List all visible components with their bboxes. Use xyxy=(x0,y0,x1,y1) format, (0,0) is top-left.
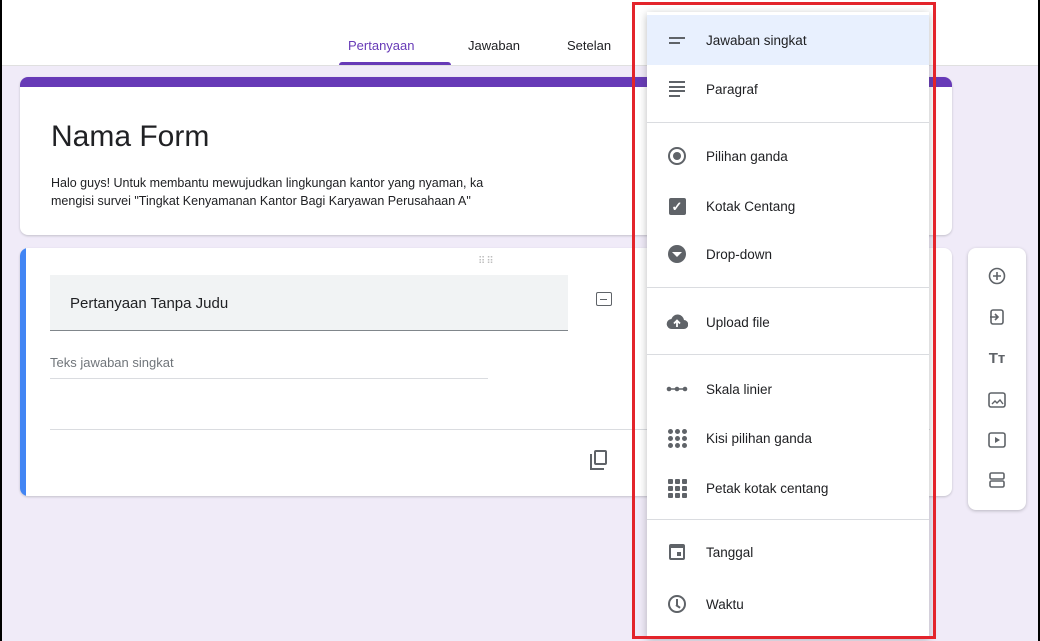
menu-item-label: Waktu xyxy=(706,596,744,612)
add-image-icon[interactable] xyxy=(596,292,612,306)
menu-item-multiple-choice[interactable]: Pilihan ganda xyxy=(647,131,929,181)
menu-item-label: Skala linier xyxy=(706,381,773,397)
menu-item-label: Upload file xyxy=(706,314,770,330)
add-section-icon[interactable] xyxy=(983,466,1011,494)
import-questions-icon[interactable] xyxy=(983,303,1011,331)
checkbox-grid-icon xyxy=(666,477,688,499)
menu-item-file-upload[interactable]: Upload file xyxy=(647,297,929,347)
radio-icon xyxy=(666,145,688,167)
checkbox-icon: ✓ xyxy=(666,195,688,217)
menu-item-label: Drop-down xyxy=(706,246,773,262)
menu-item-linear-scale[interactable]: Skala linier xyxy=(647,364,929,414)
cloud-upload-icon xyxy=(666,311,688,333)
multiple-choice-grid-icon xyxy=(666,427,688,449)
menu-item-label: Kotak Centang xyxy=(706,198,796,214)
menu-item-checkboxes[interactable]: ✓ Kotak Centang xyxy=(647,181,929,231)
menu-divider xyxy=(647,354,929,355)
menu-item-checkbox-grid[interactable]: Petak kotak centang xyxy=(647,463,929,513)
menu-item-label: Jawaban singkat xyxy=(706,32,807,48)
dropdown-icon xyxy=(666,243,688,265)
active-tab-indicator xyxy=(339,62,451,65)
form-description[interactable]: Halo guys! Untuk membantu mewujudkan lin… xyxy=(51,174,661,210)
menu-item-label: Kisi pilihan ganda xyxy=(706,430,812,446)
menu-item-date[interactable]: Tanggal xyxy=(647,527,929,577)
form-title[interactable]: Nama Form xyxy=(51,120,209,154)
add-image-icon[interactable] xyxy=(983,386,1011,414)
menu-divider xyxy=(647,122,929,123)
add-question-icon[interactable] xyxy=(983,262,1011,290)
linear-scale-icon xyxy=(666,378,688,400)
paragraph-icon xyxy=(666,78,688,100)
tab-settings[interactable]: Setelan xyxy=(567,38,611,53)
question-title-field[interactable]: Pertanyaan Tanpa Judu xyxy=(50,275,568,331)
menu-item-short-answer[interactable]: Jawaban singkat xyxy=(647,15,929,65)
menu-item-multiple-choice-grid[interactable]: Kisi pilihan ganda xyxy=(647,413,929,463)
menu-item-paragraph[interactable]: Paragraf xyxy=(647,64,929,114)
duplicate-icon[interactable] xyxy=(590,450,607,470)
add-title-icon[interactable]: Tт xyxy=(983,344,1011,372)
menu-item-label: Petak kotak centang xyxy=(706,480,829,496)
calendar-icon xyxy=(666,541,688,563)
menu-divider xyxy=(647,519,929,520)
question-title-text: Pertanyaan Tanpa Judu xyxy=(70,295,229,312)
short-answer-underline xyxy=(50,378,488,379)
tab-questions[interactable]: Pertanyaan xyxy=(348,38,415,53)
short-answer-icon xyxy=(666,29,688,51)
side-toolbar: Tт xyxy=(968,248,1026,510)
menu-item-time[interactable]: Waktu xyxy=(647,579,929,629)
menu-item-dropdown[interactable]: Drop-down xyxy=(647,229,929,279)
tab-responses[interactable]: Jawaban xyxy=(468,38,520,53)
clock-icon xyxy=(666,593,688,615)
short-answer-placeholder: Teks jawaban singkat xyxy=(50,355,174,370)
menu-item-label: Pilihan ganda xyxy=(706,148,788,164)
add-video-icon[interactable] xyxy=(983,426,1011,454)
question-type-menu: Jawaban singkat Paragraf Pilihan ganda ✓… xyxy=(647,12,929,638)
menu-item-label: Paragraf xyxy=(706,81,758,97)
menu-item-label: Tanggal xyxy=(706,544,754,560)
active-question-stripe xyxy=(20,248,26,496)
drag-handle-icon[interactable]: ⠿⠿ xyxy=(478,256,495,267)
menu-divider xyxy=(647,287,929,288)
